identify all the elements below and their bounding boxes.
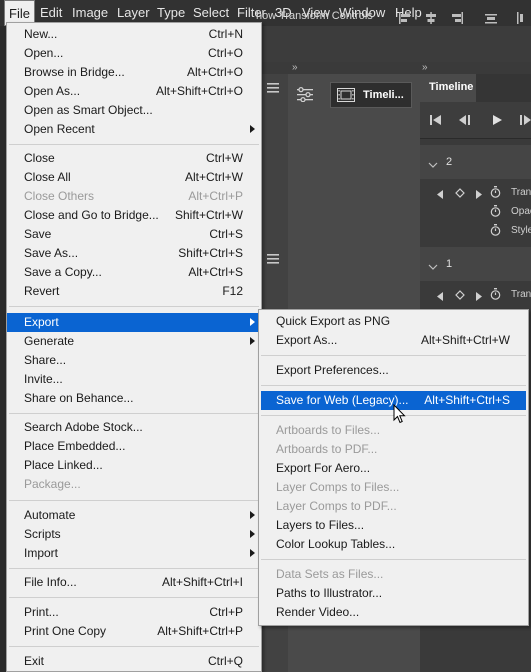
submenu-arrow-icon — [250, 549, 255, 557]
export-submenu: Quick Export as PNG Export As... Alt+Shif… — [258, 309, 529, 626]
menu-item-artboards-to-pdf: Artboards to PDF... — [276, 442, 378, 456]
timeline-group-label: 2 — [446, 156, 453, 168]
menu-separator — [261, 559, 526, 560]
menu-item-package: Package... — [24, 477, 81, 491]
track-label: Tran — [511, 187, 531, 198]
align-top-icon[interactable] — [484, 11, 498, 25]
align-bottom-icon[interactable] — [516, 11, 530, 25]
panel-dock-header — [262, 62, 531, 74]
menu-item-generate[interactable]: Generate — [7, 332, 261, 351]
track-label: Tran — [511, 289, 531, 300]
menu-item-save[interactable]: Save Ctrl+S — [7, 225, 261, 244]
menu-separator — [9, 144, 259, 145]
menu-item-print[interactable]: Print... Ctrl+P — [7, 603, 261, 622]
menu-item-layer-comps-to-files: Layer Comps to Files... — [276, 480, 400, 494]
submenu-arrow-icon — [250, 125, 255, 133]
menu-item-search-adobe-stock[interactable]: Search Adobe Stock... — [7, 418, 261, 437]
menu-item-export-as[interactable]: Export As... Alt+Shift+Ctrl+W — [259, 331, 528, 350]
menu-separator — [9, 306, 259, 307]
menu-item-share-on-behance[interactable]: Share on Behance... — [7, 389, 261, 408]
menu-item-exit[interactable]: Exit Ctrl+Q — [7, 652, 261, 671]
menu-item-layers-to-files[interactable]: Layers to Files... — [259, 516, 528, 535]
keyframe-icon[interactable] — [455, 187, 465, 201]
collapse-timeline-icon[interactable]: » — [422, 62, 428, 73]
menu-item-place-embedded[interactable]: Place Embedded... — [7, 437, 261, 456]
panel-menu-icon[interactable] — [267, 82, 279, 96]
menu-item-quick-export-as-png[interactable]: Quick Export as PNG — [259, 312, 528, 331]
timeline-panel-label: Timeli... — [363, 89, 404, 101]
menu-item-automate[interactable]: Automate — [7, 506, 261, 525]
menu-item-close-all[interactable]: Close All Alt+Ctrl+W — [7, 168, 261, 187]
menu-item-save-as[interactable]: Save As... Shift+Ctrl+S — [7, 244, 261, 263]
previous-frame-icon[interactable] — [458, 114, 472, 128]
go-to-first-frame-icon[interactable] — [430, 114, 442, 128]
submenu-arrow-icon — [250, 511, 255, 519]
menu-item-invite[interactable]: Invite... — [7, 370, 261, 389]
previous-keyframe-icon[interactable] — [437, 290, 443, 304]
show-transform-controls-label[interactable]: how Transform Controls — [256, 10, 373, 22]
menu-item-close-others: Close Others Alt+Ctrl+P — [24, 189, 243, 203]
menu-item-open[interactable]: Open... Ctrl+O — [7, 44, 261, 63]
menu-item-share[interactable]: Share... — [7, 351, 261, 370]
panel-menu-icon[interactable] — [267, 253, 279, 267]
track-label: Style — [511, 225, 531, 236]
tab-timeline[interactable]: Timeline — [420, 74, 476, 102]
track-label: Opac — [511, 206, 531, 217]
menu-item-new[interactable]: New... Ctrl+N — [7, 25, 261, 44]
menu-item-open-as[interactable]: Open As... Alt+Shift+Ctrl+O — [7, 82, 261, 101]
menu-item-file-info[interactable]: File Info... Alt+Shift+Ctrl+I — [7, 573, 261, 592]
menu-separator — [9, 597, 259, 598]
stopwatch-icon[interactable] — [490, 224, 501, 239]
align-right-icon[interactable] — [450, 11, 464, 25]
properties-sliders-icon[interactable] — [296, 86, 314, 105]
menu-item-print-one-copy[interactable]: Print One Copy Alt+Shift+Ctrl+P — [7, 622, 261, 641]
play-icon[interactable] — [493, 114, 503, 128]
menu-item-revert[interactable]: Revert F12 — [7, 282, 261, 301]
next-keyframe-icon[interactable] — [476, 290, 482, 304]
stopwatch-icon[interactable] — [490, 186, 501, 201]
menu-item-export[interactable]: Export — [7, 313, 261, 332]
menu-item-export-preferences[interactable]: Export Preferences... — [259, 361, 528, 380]
file-menu: New... Ctrl+N Open... Ctrl+O Browse in Bri… — [6, 22, 262, 672]
submenu-arrow-icon — [250, 530, 255, 538]
menu-item-browse-in-bridge[interactable]: Browse in Bridge... Alt+Ctrl+O — [7, 63, 261, 82]
menu-item-export-for-aero[interactable]: Export For Aero... — [259, 459, 528, 478]
menu-separator — [261, 385, 526, 386]
stopwatch-icon[interactable] — [490, 288, 501, 303]
menu-item-close[interactable]: Close Ctrl+W — [7, 149, 261, 168]
previous-keyframe-icon[interactable] — [437, 188, 443, 202]
menu-item-color-lookup-tables[interactable]: Color Lookup Tables... — [259, 535, 528, 554]
menu-item-data-sets-as-files: Data Sets as Files... — [276, 567, 384, 581]
stopwatch-icon[interactable] — [490, 205, 501, 220]
chevron-down-icon[interactable] — [428, 157, 438, 171]
align-center-icon[interactable] — [424, 11, 438, 25]
menu-item-place-linked[interactable]: Place Linked... — [7, 456, 261, 475]
menu-separator — [261, 355, 526, 356]
menu-item-open-recent[interactable]: Open Recent — [7, 120, 261, 139]
keyframe-icon[interactable] — [455, 289, 465, 303]
next-frame-icon[interactable] — [520, 114, 531, 128]
menu-item-close-and-go-to-bridge[interactable]: Close and Go to Bridge... Shift+Ctrl+W — [7, 206, 261, 225]
submenu-arrow-icon — [250, 337, 255, 345]
menu-item-scripts[interactable]: Scripts — [7, 525, 261, 544]
align-left-icon[interactable] — [398, 11, 412, 25]
menu-item-layer-comps-to-pdf: Layer Comps to PDF... — [276, 499, 397, 513]
mouse-cursor-icon — [393, 403, 406, 427]
menu-separator — [9, 413, 259, 414]
film-strip-icon — [337, 88, 355, 105]
menu-item-open-as-smart-object[interactable]: Open as Smart Object... — [7, 101, 261, 120]
menu-item-import[interactable]: Import — [7, 544, 261, 563]
menu-item-render-video[interactable]: Render Video... — [259, 603, 528, 622]
submenu-arrow-icon — [250, 318, 255, 326]
chevron-down-icon[interactable] — [428, 259, 438, 273]
menu-item-save-a-copy[interactable]: Save a Copy... Alt+Ctrl+S — [7, 263, 261, 282]
menu-item-paths-to-illustrator[interactable]: Paths to Illustrator... — [259, 584, 528, 603]
menu-separator — [9, 568, 259, 569]
collapse-panels-icon[interactable]: » — [292, 62, 298, 73]
timeline-group-label: 1 — [446, 258, 453, 270]
menu-separator — [9, 500, 259, 501]
timeline-panel-button[interactable]: Timeli... — [330, 82, 412, 108]
next-keyframe-icon[interactable] — [476, 188, 482, 202]
menu-separator — [9, 646, 259, 647]
